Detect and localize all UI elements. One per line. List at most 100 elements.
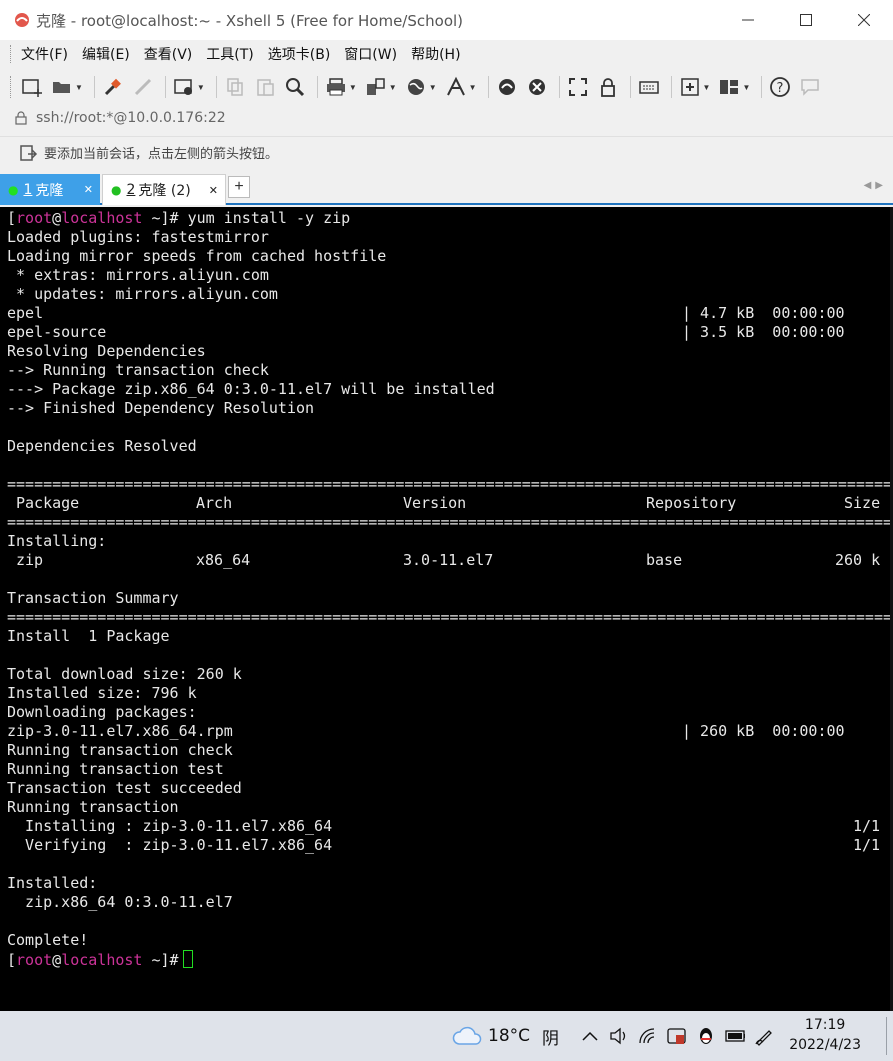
menu-grip[interactable] <box>10 45 13 63</box>
xftp-button[interactable] <box>494 72 520 102</box>
menu-help[interactable]: 帮助(H) <box>411 44 460 64</box>
terminal-output-line: Total download size: 260 k <box>7 665 242 683</box>
tab-scroll-arrows[interactable]: ◀▶ <box>864 180 887 191</box>
minimize-icon <box>742 19 754 21</box>
table-header-package: Package <box>16 494 80 512</box>
fullscreen-icon <box>568 78 587 96</box>
properties-button[interactable]: ▼ <box>171 72 207 102</box>
terminal-output-line: Transaction test succeeded <box>7 779 242 797</box>
help-button[interactable]: ? <box>767 72 793 102</box>
terminal-output-line: Loading mirror speeds from cached hostfi… <box>7 247 387 265</box>
table-header-arch: Arch <box>196 494 233 512</box>
padlock-icon <box>15 111 27 125</box>
encoding-button[interactable]: ▼ <box>403 72 439 102</box>
add-session-arrow-icon[interactable] <box>20 144 38 162</box>
show-desktop-button[interactable] <box>886 1017 887 1055</box>
help-icon: ? <box>770 77 791 97</box>
connect-button[interactable] <box>100 72 126 102</box>
qq-penguin-icon[interactable] <box>696 1026 716 1046</box>
tab-close-icon[interactable]: ✕ <box>209 184 218 197</box>
close-window-button[interactable] <box>835 0 893 40</box>
xshell-logo-icon <box>15 13 29 27</box>
dropdown-arrow-icon: ▼ <box>428 82 437 92</box>
tab-session-2[interactable]: ● 2 克隆 (2) ✕ <box>102 174 226 205</box>
table-cell-version: 3.0-11.el7 <box>403 551 494 569</box>
table-divider: ========================================… <box>7 475 891 493</box>
wifi-icon[interactable] <box>638 1026 658 1046</box>
chevron-left-icon[interactable]: ◀ <box>864 180 876 191</box>
menu-tools[interactable]: 工具(T) <box>206 44 253 64</box>
tab-number: 2 <box>126 182 136 198</box>
address-field[interactable]: ssh://root:*@10.0.0.176:22 <box>14 110 226 126</box>
menu-view[interactable]: 查看(V) <box>144 44 193 64</box>
terminal-output-line: Installed: <box>7 874 98 892</box>
toolbar-separator <box>629 76 631 98</box>
chevron-up-icon[interactable] <box>580 1026 600 1046</box>
search-icon <box>285 78 304 97</box>
battery-icon[interactable] <box>725 1026 745 1046</box>
dropdown-arrow-icon: ▼ <box>388 82 397 92</box>
pen-icon[interactable] <box>754 1026 774 1046</box>
terminal-output-line: Dependencies Resolved <box>7 437 197 455</box>
table-cell-size: 260 k <box>835 551 881 569</box>
toolbar: ▼ ▼ ▼ ▼ ▼ ▼ ▼ ▼ ? <box>0 68 893 106</box>
menu-bar: 文件(F) 编辑(E) 查看(V) 工具(T) 选项卡(B) 窗口(W) 帮助(… <box>0 40 893 68</box>
font-button[interactable]: ▼ <box>443 72 479 102</box>
minimize-button[interactable] <box>719 0 777 40</box>
tab-label: 克隆 <box>35 182 64 199</box>
paste-button[interactable] <box>252 72 278 102</box>
chevron-right-icon[interactable]: ▶ <box>875 180 887 191</box>
copy-button[interactable] <box>222 72 248 102</box>
speaker-icon[interactable] <box>609 1026 629 1046</box>
temperature: 18°C <box>488 1026 531 1046</box>
terminal-output-line: Installed size: 796 k <box>7 684 197 702</box>
address-value: ssh://root:*@10.0.0.176:22 <box>36 110 226 126</box>
new-session-button[interactable] <box>19 72 45 102</box>
menu-file[interactable]: 文件(F) <box>21 44 68 64</box>
terminal[interactable]: [root@localhost ~]# yum install -y zip L… <box>0 207 893 1011</box>
terminal-output-line: ---> Package zip.x86_64 0:3.0-11.el7 wil… <box>7 380 495 398</box>
toolbar-separator <box>487 76 489 98</box>
ime-icon[interactable] <box>667 1026 687 1046</box>
print-button[interactable]: ▼ <box>323 72 359 102</box>
toolbar-grip[interactable] <box>10 76 13 98</box>
toolbar-separator <box>316 76 318 98</box>
table-header-repository: Repository <box>646 494 737 512</box>
table-header-size: Size <box>844 494 881 512</box>
connected-status-icon: ● <box>111 183 122 197</box>
terminal-output-line: epel-source <box>7 323 107 341</box>
menu-window[interactable]: 窗口(W) <box>344 44 397 64</box>
find-button[interactable] <box>282 72 308 102</box>
verify-progress: 1/1 <box>853 836 881 854</box>
menu-tabs[interactable]: 选项卡(B) <box>268 44 331 64</box>
chat-button[interactable] <box>797 72 823 102</box>
maximize-button[interactable] <box>777 0 835 40</box>
keyboard-button[interactable] <box>636 72 662 102</box>
tab-session-1[interactable]: ● 1 克隆 ✕ <box>0 174 100 205</box>
add-session-button[interactable]: ▼ <box>677 72 713 102</box>
transfer-button[interactable]: ▼ <box>363 72 399 102</box>
layout-button[interactable]: ▼ <box>716 72 752 102</box>
fullscreen-button[interactable] <box>565 72 591 102</box>
open-button[interactable]: ▼ <box>49 72 85 102</box>
xmanager-button[interactable] <box>524 72 550 102</box>
terminal-output-line: zip-3.0-11.el7.x86_64.rpm <box>7 722 233 740</box>
tab-number: 1 <box>23 181 33 198</box>
table-divider: ========================================… <box>7 513 891 531</box>
weather-widget[interactable]: 18°C 阴 <box>452 1011 559 1061</box>
table-cell-arch: x86_64 <box>196 551 251 569</box>
properties-icon <box>174 79 192 95</box>
menu-edit[interactable]: 编辑(E) <box>82 44 130 64</box>
window-title: 克隆 - root@localhost:~ - Xshell 5 (Free f… <box>36 11 464 30</box>
disconnect-button[interactable] <box>130 72 156 102</box>
terminal-cursor <box>182 950 193 968</box>
toolbar-separator <box>670 76 672 98</box>
dropdown-arrow-icon: ▼ <box>196 82 205 92</box>
new-tab-button[interactable]: + <box>228 176 250 198</box>
connect-icon <box>104 78 121 96</box>
command-text: yum install -y zip <box>187 209 351 227</box>
lock-button[interactable] <box>595 72 621 102</box>
prompt-line: [root@localhost ~]# yum install -y zip <box>7 209 351 227</box>
tab-close-icon[interactable]: ✕ <box>84 183 93 196</box>
clock[interactable]: 17:19 2022/4/23 <box>789 1015 861 1055</box>
